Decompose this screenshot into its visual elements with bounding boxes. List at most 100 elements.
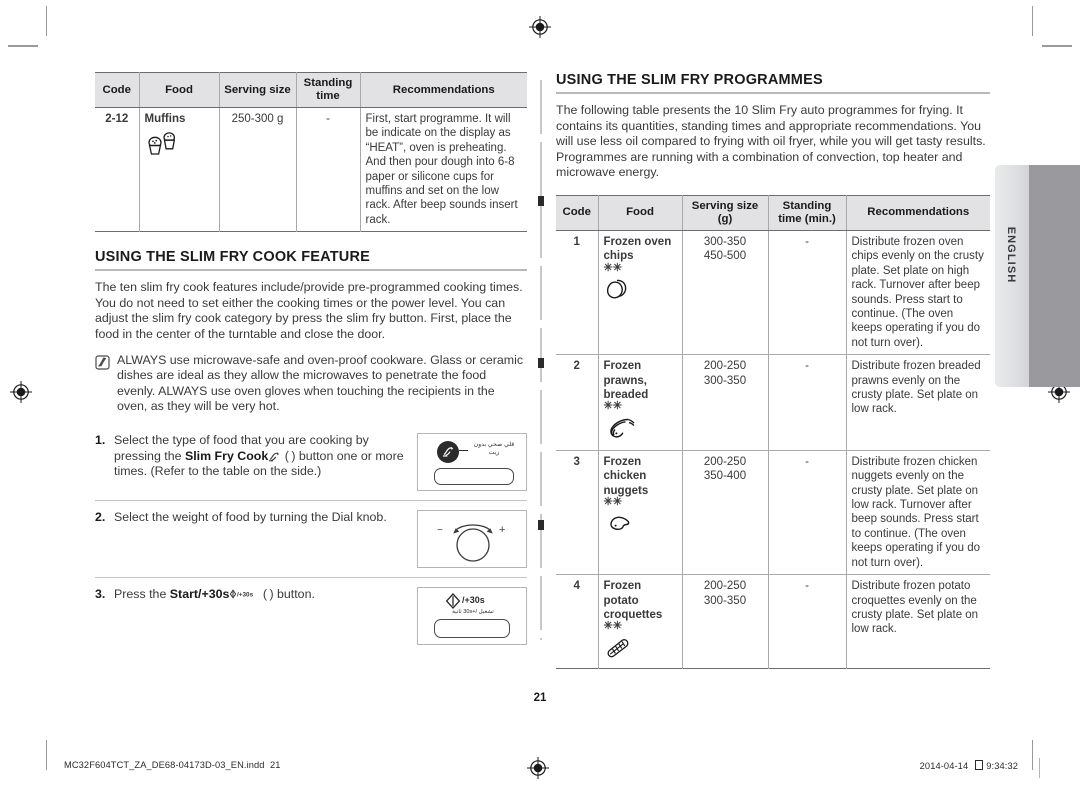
footer-time: 9:34:32 xyxy=(986,761,1018,771)
illustration-button-outline xyxy=(434,619,510,638)
cell-food: Frozen chicken nuggets ✳✳ xyxy=(597,449,682,575)
cell-recommendations: Distribute frozen breaded prawns evenly … xyxy=(845,354,990,451)
cell-serving-size: 200-250 300-350 xyxy=(681,354,768,451)
crop-mark-top-left-v xyxy=(46,6,47,36)
food-name-line: prawns, xyxy=(603,374,647,387)
cell-standing-time: - xyxy=(767,449,846,575)
page-title-slim-fry-programmes: USING THE SLIM FRY PROGRAMMES xyxy=(556,72,990,94)
footer-page-ref: 21 xyxy=(269,760,281,770)
col-header-food: Food xyxy=(597,195,682,231)
food-name-line: chicken xyxy=(603,470,647,483)
slim-fry-cook-button-illustration: قلي صحي بدون زيت xyxy=(417,433,527,491)
step-2-text: Select the weight of food by turning the… xyxy=(114,510,387,524)
step-3-text-before: Press the xyxy=(114,587,170,601)
frozen-prawns-icon xyxy=(604,415,677,445)
cell-food: Frozen prawns, breaded ✳✳ xyxy=(597,354,682,451)
column-divider xyxy=(538,80,544,640)
step-3-number: 3. xyxy=(95,587,106,601)
registration-mark-top-center xyxy=(529,16,551,38)
col-header-recommendations: Recommendations xyxy=(845,195,990,231)
step-3-bold-term: Start/+30s xyxy=(169,587,230,601)
page-title-slim-fry-cook-feature: USING THE SLIM FRY COOK FEATURE xyxy=(95,249,527,272)
step-2: 2. Select the weight of food by turning … xyxy=(95,500,527,577)
cell-code: 2-12 xyxy=(105,113,129,125)
col-header-code: Code xyxy=(95,72,139,108)
step-1: 1. Select the type of food that you are … xyxy=(95,431,527,500)
table-row: 2-12 Muffins 250-300 g - First, start pr… xyxy=(95,107,527,232)
food-name-line: Frozen xyxy=(603,360,642,373)
cell-recommendations: First, start programme. It will be indic… xyxy=(359,107,527,232)
cell-serving-size: 250-300 g xyxy=(218,107,296,232)
col-header-serving-size: Serving size xyxy=(218,72,296,108)
serving-size-line: 200-250 xyxy=(703,455,747,468)
cell-code: 2 xyxy=(556,354,598,451)
col-header-recommendations: Recommendations xyxy=(359,72,527,108)
cell-standing-time: - xyxy=(295,107,360,232)
table-row: 1 Frozen oven chips ✳✳ 300-350 450-500 -… xyxy=(556,230,990,355)
cell-serving-size: 200-250 350-400 xyxy=(681,449,768,575)
slim-fry-cook-intro-paragraph: The ten slim fry cook features include/p… xyxy=(95,280,523,342)
footer-file-name: MC32F604TCT_ZA_DE68-04173D-03_EN.indd 21 xyxy=(64,760,281,770)
serving-size-line: 300-350 xyxy=(703,594,747,607)
col-header-food: Food xyxy=(138,72,219,108)
frozen-potato-croquettes-icon xyxy=(604,635,677,663)
food-name-line: Frozen xyxy=(603,455,642,468)
cell-standing-time: - xyxy=(767,574,846,669)
step-3-inline-icon: /+30s xyxy=(229,587,259,601)
step-3-text: Press the Start/+30s /+30s ( ) button. xyxy=(114,587,417,603)
frozen-oven-chips-icon xyxy=(604,277,677,305)
serving-size-line: 300-350 xyxy=(703,235,747,248)
step-1-number: 1. xyxy=(95,433,106,447)
note-text: ALWAYS use microwave-safe and oven-proof… xyxy=(117,352,524,414)
table-row: 3 Frozen chicken nuggets ✳✳ 200-250 350-… xyxy=(556,449,990,575)
food-name-line: Frozen oven xyxy=(603,235,672,248)
print-footer: MC32F604TCT_ZA_DE68-04173D-03_EN.indd 21… xyxy=(0,757,1080,780)
footer-timestamp: 2014-04-14 9:34:32 xyxy=(920,760,1018,771)
slim-fry-programmes-table: Code Food Serving size (g) Standing time… xyxy=(556,194,990,669)
left-column: Code Food Serving size Standing time Rec… xyxy=(95,72,527,654)
page-number: 21 xyxy=(533,692,547,704)
col-header-standing-time: Standing time xyxy=(295,72,360,108)
table-row: 4 Frozen potato croquettes ✳✳ 200-250 30… xyxy=(556,574,990,669)
table-row: 2 Frozen prawns, breaded ✳✳ 200-250 300-… xyxy=(556,354,990,451)
cell-food: Frozen oven chips ✳✳ xyxy=(597,230,682,355)
serving-size-line: 450-500 xyxy=(703,250,747,263)
food-name-line: potato xyxy=(603,594,639,607)
star-rating: ✳✳ xyxy=(603,400,622,413)
cell-code: 4 xyxy=(556,574,598,669)
cell-recommendations: Distribute frozen chicken nuggets evenly… xyxy=(845,449,990,575)
cell-recommendations: Distribute frozen potato croquettes even… xyxy=(845,574,990,669)
col-header-serving-size: Serving size (g) xyxy=(681,195,768,231)
dial-knob-graphic xyxy=(442,519,504,569)
star-rating: ✳✳ xyxy=(603,261,622,274)
cell-food: Muffins xyxy=(138,107,219,232)
food-name-line: Frozen xyxy=(603,580,642,593)
step-2-number: 2. xyxy=(95,510,106,524)
slim-fry-arabic-caption: قلي صحي بدون زيت xyxy=(473,441,515,456)
footer-file-name-text: MC32F604TCT_ZA_DE68-04173D-03_EN.indd xyxy=(64,760,265,770)
serving-size-line: 350-400 xyxy=(703,470,747,483)
start-30s-label: /+30s xyxy=(462,595,485,605)
note-pencil-icon xyxy=(95,355,110,370)
steps-list: 1. Select the type of food that you are … xyxy=(95,431,527,654)
step-1-inline-icon xyxy=(268,449,281,463)
star-rating: ✳✳ xyxy=(603,496,622,509)
cell-recommendations: Distribute frozen oven chips evenly on t… xyxy=(845,230,990,355)
cell-standing-time: - xyxy=(767,354,846,451)
slim-fry-programmes-intro-paragraph: The following table presents the 10 Slim… xyxy=(556,103,986,180)
note-block: ALWAYS use microwave-safe and oven-proof… xyxy=(95,353,527,415)
serving-size-line: 200-250 xyxy=(703,360,747,373)
crop-mark-top-right-v xyxy=(1032,6,1033,36)
registration-mark-footer xyxy=(527,757,549,784)
start-arabic-caption: تشغيل /+30s ثانية xyxy=(452,609,494,615)
serving-size-line: 200-250 xyxy=(703,580,747,593)
step-3-text-after: ( ) button. xyxy=(259,587,315,601)
table-header-row: Code Food Serving size (g) Standing time… xyxy=(556,195,990,231)
unrendered-glyph xyxy=(974,760,983,770)
star-rating: ✳✳ xyxy=(603,620,622,633)
step-3: 3. Press the Start/+30s /+30s ( ) button.… xyxy=(95,577,527,654)
cell-serving-size: 200-250 300-350 xyxy=(681,574,768,669)
cell-food: Frozen potato croquettes ✳✳ xyxy=(597,574,682,669)
english-side-tab: ENGLISH xyxy=(995,165,1080,387)
side-tab-label: ENGLISH xyxy=(1005,226,1017,284)
